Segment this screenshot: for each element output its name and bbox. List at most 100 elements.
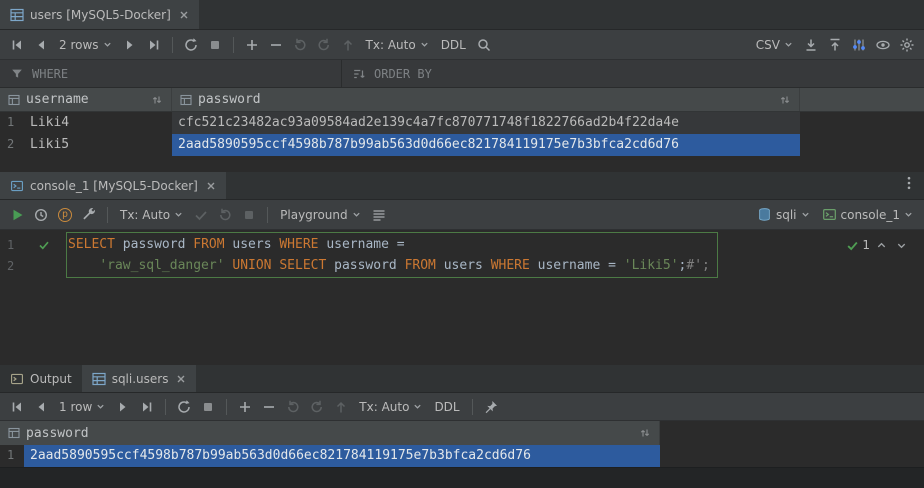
table-row[interactable]: 2Liki52aad5890595ccf4598b787b99ab563d0d6… <box>0 134 924 156</box>
tab-users-grid[interactable]: users [MySQL5-Docker] <box>0 0 199 29</box>
preview-button[interactable] <box>872 34 894 56</box>
export-data-button[interactable] <box>800 34 822 56</box>
output-mode-button[interactable] <box>368 204 390 226</box>
ddl-button[interactable]: DDL <box>429 396 464 418</box>
column-header-password[interactable]: password <box>0 421 660 445</box>
export-format-selector[interactable]: CSV <box>751 34 798 56</box>
column-header-username[interactable]: username <box>0 88 172 111</box>
tab-title: console_1 [MySQL5-Docker] <box>30 179 198 193</box>
order-by-filter-field[interactable]: ORDER BY <box>342 60 924 87</box>
chevron-down-icon[interactable] <box>893 237 910 253</box>
close-icon[interactable] <box>179 10 189 20</box>
undo-button[interactable] <box>282 396 304 418</box>
delete-row-button[interactable] <box>265 34 287 56</box>
delete-row-button[interactable] <box>258 396 280 418</box>
where-filter-field[interactable]: WHERE <box>0 60 342 87</box>
search-button[interactable] <box>473 34 495 56</box>
grid-toolbar: 2 rows Tx: Auto DDL CSV <box>0 30 924 60</box>
table-icon <box>10 8 24 22</box>
add-row-button[interactable] <box>234 396 256 418</box>
last-page-button[interactable] <box>136 396 158 418</box>
chevron-down-icon <box>420 40 429 49</box>
tx-mode-selector[interactable]: Tx: Auto <box>354 396 427 418</box>
ddl-label: DDL <box>441 38 466 52</box>
undo-button[interactable] <box>289 34 311 56</box>
separator <box>172 37 173 53</box>
separator <box>165 399 166 415</box>
first-page-button[interactable] <box>6 34 28 56</box>
header-filler <box>800 88 924 111</box>
stop-button[interactable] <box>238 204 260 226</box>
reload-button[interactable] <box>173 396 195 418</box>
editor-code[interactable]: SELECT password FROM users WHERE usernam… <box>64 230 924 365</box>
success-check-icon <box>846 239 859 252</box>
results-tab-bar: Output sqli.users <box>0 365 924 393</box>
tx-mode-selector[interactable]: Tx: Auto <box>361 34 434 56</box>
schema-selector[interactable]: sqli <box>752 204 815 226</box>
submit-button[interactable] <box>337 34 359 56</box>
last-page-button[interactable] <box>143 34 165 56</box>
sort-lines-icon <box>352 67 366 81</box>
close-icon[interactable] <box>176 374 186 384</box>
stop-button[interactable] <box>197 396 219 418</box>
session-selector[interactable]: console_1 <box>817 204 919 226</box>
close-icon[interactable] <box>206 181 216 191</box>
cell-password[interactable]: cfc521c23482ac93a09584ad2e139c4a7fc87077… <box>172 112 800 134</box>
cell-username[interactable]: Liki5 <box>24 134 172 156</box>
submit-button[interactable] <box>330 396 352 418</box>
table-row[interactable]: 1Liki4cfc521c23482ac93a09584ad2e139c4a7f… <box>0 112 924 134</box>
redo-button[interactable] <box>306 396 328 418</box>
tab-output[interactable]: Output <box>0 365 82 392</box>
chevron-down-icon <box>96 402 105 411</box>
parameters-button[interactable]: p <box>54 204 76 226</box>
ddl-button[interactable]: DDL <box>436 34 471 56</box>
cell-password[interactable]: 2aad5890595ccf4598b787b99ab563d0d66ec821… <box>172 134 800 156</box>
table-icon <box>92 372 106 386</box>
next-page-button[interactable] <box>112 396 134 418</box>
import-data-button[interactable] <box>824 34 846 56</box>
console-icon <box>822 207 837 222</box>
sort-toggle-icon[interactable] <box>151 94 163 106</box>
sort-toggle-icon[interactable] <box>639 427 651 439</box>
cell-username[interactable]: Liki4 <box>24 112 172 134</box>
previous-page-button[interactable] <box>30 396 52 418</box>
add-row-button[interactable] <box>241 34 263 56</box>
view-options-button[interactable] <box>848 34 870 56</box>
tab-sqli-users[interactable]: sqli.users <box>82 365 197 392</box>
top-grid-header: username password <box>0 88 924 112</box>
reload-button[interactable] <box>180 34 202 56</box>
execute-button[interactable] <box>6 204 28 226</box>
first-page-button[interactable] <box>6 396 28 418</box>
separator <box>226 399 227 415</box>
commit-button[interactable] <box>190 204 212 226</box>
previous-page-button[interactable] <box>30 34 52 56</box>
code-line[interactable]: SELECT password FROM users WHERE usernam… <box>68 234 924 255</box>
top-grid-body: 1Liki4cfc521c23482ac93a09584ad2e139c4a7f… <box>0 112 924 156</box>
sql-editor[interactable]: 12 SELECT password FROM users WHERE user… <box>0 230 924 365</box>
pin-tab-button[interactable] <box>480 396 502 418</box>
stop-button[interactable] <box>204 34 226 56</box>
row-number: 2 <box>0 134 24 156</box>
tx-mode-selector[interactable]: Tx: Auto <box>115 204 188 226</box>
editor-gutter: 12 <box>0 230 64 365</box>
chevron-down-icon <box>352 210 361 219</box>
page-size-label: 1 row <box>59 400 92 414</box>
sort-toggle-icon[interactable] <box>779 94 791 106</box>
tab-console[interactable]: console_1 [MySQL5-Docker] <box>0 172 226 199</box>
page-size-selector[interactable]: 2 rows <box>54 34 117 56</box>
redo-button[interactable] <box>313 34 335 56</box>
page-size-selector[interactable]: 1 row <box>54 396 110 418</box>
cell-password[interactable]: 2aad5890595ccf4598b787b99ab563d0d66ec821… <box>24 445 660 467</box>
playground-mode-selector[interactable]: Playground <box>275 204 365 226</box>
next-page-button[interactable] <box>119 34 141 56</box>
column-header-password[interactable]: password <box>172 88 800 111</box>
rollback-button[interactable] <box>214 204 236 226</box>
query-history-button[interactable] <box>30 204 52 226</box>
order-by-label: ORDER BY <box>374 67 432 81</box>
table-row[interactable]: 12aad5890595ccf4598b787b99ab563d0d66ec82… <box>0 445 924 467</box>
code-line[interactable]: 'raw_sql_danger' UNION SELECT password F… <box>68 255 924 276</box>
settings-button[interactable] <box>896 34 918 56</box>
console-settings-button[interactable] <box>78 204 100 226</box>
chevron-up-icon[interactable] <box>873 237 890 253</box>
more-options-button[interactable] <box>898 172 920 194</box>
